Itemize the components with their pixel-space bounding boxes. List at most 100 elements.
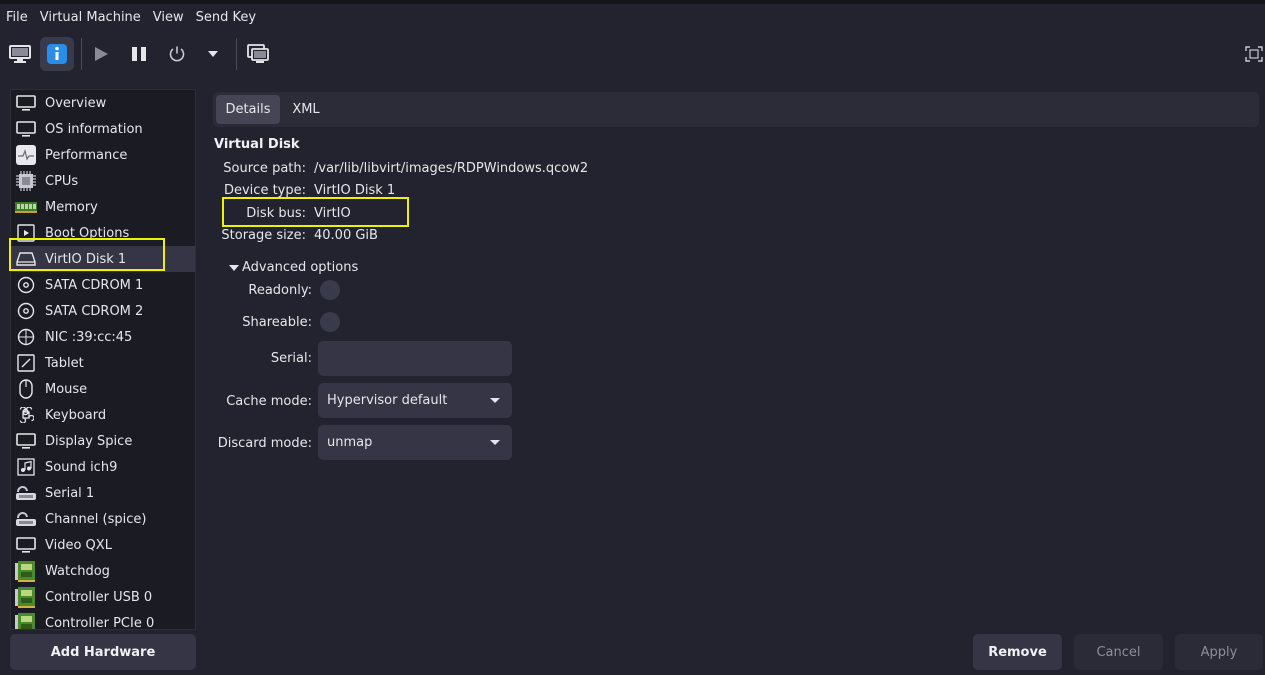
source-path-value: /var/lib/libvirt/images/RDPWindows.qcow2	[314, 161, 589, 176]
sidebar-item-label: Channel (spice)	[45, 511, 147, 527]
sidebar-item-watchdog[interactable]: Watchdog	[11, 558, 195, 584]
sidebar-item-overview[interactable]: Overview	[11, 90, 195, 116]
sidebar-item-display-spice[interactable]: Display Spice	[11, 428, 195, 454]
sidebar-item-label: SATA CDROM 1	[45, 277, 144, 293]
run-button[interactable]	[84, 37, 118, 71]
sidebar-item-mouse[interactable]: Mouse	[11, 376, 195, 402]
menu-view[interactable]: View	[147, 4, 190, 32]
shutdown-button[interactable]	[160, 37, 194, 71]
info-icon	[47, 44, 67, 64]
device-type-value: VirtIO Disk 1	[314, 183, 396, 198]
tab-bar: Details XML	[213, 92, 1259, 127]
sidebar-item-label: SATA CDROM 2	[45, 303, 144, 319]
readonly-label: Readonly:	[248, 283, 312, 298]
sidebar-item-keyboard[interactable]: Keyboard	[11, 402, 195, 428]
storage-size-value: 40.00 GiB	[314, 228, 378, 243]
cancel-button[interactable]: Cancel	[1074, 634, 1163, 670]
tablet-icon	[15, 352, 37, 374]
menu-file[interactable]: File	[0, 4, 34, 32]
fullscreen-icon	[1245, 46, 1263, 62]
apply-button[interactable]: Apply	[1175, 634, 1263, 670]
add-hardware-button[interactable]: Add Hardware	[10, 634, 196, 670]
card-icon	[15, 586, 37, 608]
sidebar-item-tablet[interactable]: Tablet	[11, 350, 195, 376]
advanced-options-expander[interactable]: Advanced options	[229, 260, 358, 275]
sidebar-item-sata-cdrom-1[interactable]: SATA CDROM 1	[11, 272, 195, 298]
highlight-box	[9, 238, 165, 271]
cache-mode-select[interactable]: Hypervisor default	[318, 383, 512, 418]
menu-send-key[interactable]: Send Key	[190, 4, 262, 32]
sidebar-item-label: CPUs	[45, 173, 79, 189]
sidebar-item-performance[interactable]: Performance	[11, 142, 195, 168]
memory-icon	[15, 196, 37, 218]
discard-mode-value: unmap	[327, 435, 373, 450]
pause-button[interactable]	[122, 37, 156, 71]
sidebar-item-label: Controller PCIe 0	[45, 615, 155, 630]
advanced-options-label: Advanced options	[242, 260, 359, 275]
cdrom-icon	[15, 274, 37, 296]
serial-icon	[15, 482, 37, 504]
keyboard-icon	[15, 404, 37, 426]
sidebar-item-os-information[interactable]: OS information	[11, 116, 195, 142]
monitor-icon	[15, 118, 37, 140]
sidebar-item-label: OS information	[45, 121, 143, 137]
sidebar-item-label: Display Spice	[45, 433, 133, 449]
sidebar-item-sata-cdrom-2[interactable]: SATA CDROM 2	[11, 298, 195, 324]
sidebar-item-label: Memory	[45, 199, 98, 215]
tab-details[interactable]: Details	[216, 95, 280, 124]
card-icon	[15, 560, 37, 582]
monitor-icon	[15, 534, 37, 556]
monitor-icon	[9, 45, 31, 63]
sidebar-item-label: Serial 1	[45, 485, 95, 501]
sidebar-item-controller-usb-0[interactable]: Controller USB 0	[11, 584, 195, 610]
chevron-down-icon	[229, 264, 239, 271]
cache-mode-value: Hypervisor default	[327, 393, 448, 408]
menu-virtual-machine[interactable]: Virtual Machine	[34, 4, 147, 32]
screenshot-icon	[247, 44, 269, 63]
tab-xml[interactable]: XML	[283, 95, 329, 124]
sidebar-item-nic[interactable]: NIC :39:cc:45	[11, 324, 195, 350]
fullscreen-button[interactable]	[1237, 37, 1265, 71]
sidebar-item-memory[interactable]: Memory	[11, 194, 195, 220]
sidebar-item-label: Video QXL	[45, 537, 112, 553]
sidebar-item-controller-pcie-0[interactable]: Controller PCIe 0	[11, 610, 195, 630]
section-title: Virtual Disk	[214, 137, 300, 152]
sidebar-item-serial-1[interactable]: Serial 1	[11, 480, 195, 506]
snapshots-button[interactable]	[241, 37, 275, 71]
device-type-label: Device type:	[223, 183, 306, 198]
sidebar-item-label: NIC :39:cc:45	[45, 329, 133, 345]
sidebar-item-label: Watchdog	[45, 563, 110, 579]
play-icon	[95, 47, 108, 61]
serial-icon	[15, 508, 37, 530]
mouse-icon	[15, 378, 37, 400]
sidebar-item-cpus[interactable]: CPUs	[11, 168, 195, 194]
details-button[interactable]	[40, 37, 74, 71]
toolbar-separator	[236, 38, 237, 70]
sidebar-item-label: Keyboard	[45, 407, 107, 423]
card-icon	[15, 612, 37, 629]
sidebar-item-label: Overview	[45, 95, 107, 111]
toolbar-separator	[81, 38, 82, 70]
sidebar-item-channel-spice[interactable]: Channel (spice)	[11, 506, 195, 532]
sidebar-item-label: Tablet	[45, 355, 84, 371]
chevron-down-icon	[490, 398, 500, 403]
sidebar-item-video-qxl[interactable]: Video QXL	[11, 532, 195, 558]
cdrom-icon	[15, 300, 37, 322]
storage-size-label: Storage size:	[221, 228, 306, 243]
chevron-down-icon	[208, 51, 218, 57]
shutdown-menu-button[interactable]	[198, 37, 228, 71]
discard-mode-select[interactable]: unmap	[318, 425, 512, 460]
serial-input[interactable]	[318, 341, 512, 376]
power-icon	[169, 46, 185, 62]
console-button[interactable]	[3, 37, 37, 71]
shareable-checkbox[interactable]	[320, 312, 340, 332]
remove-button[interactable]: Remove	[973, 634, 1062, 670]
cpu-icon	[15, 170, 37, 192]
menu-bar: File Virtual Machine View Send Key	[0, 4, 1265, 32]
serial-label: Serial:	[270, 351, 312, 366]
hardware-list: Overview OS information Performance CPUs…	[10, 89, 196, 630]
readonly-checkbox[interactable]	[320, 280, 340, 300]
nic-icon	[15, 326, 37, 348]
sidebar-item-label: Performance	[45, 147, 128, 163]
sidebar-item-sound[interactable]: Sound ich9	[11, 454, 195, 480]
